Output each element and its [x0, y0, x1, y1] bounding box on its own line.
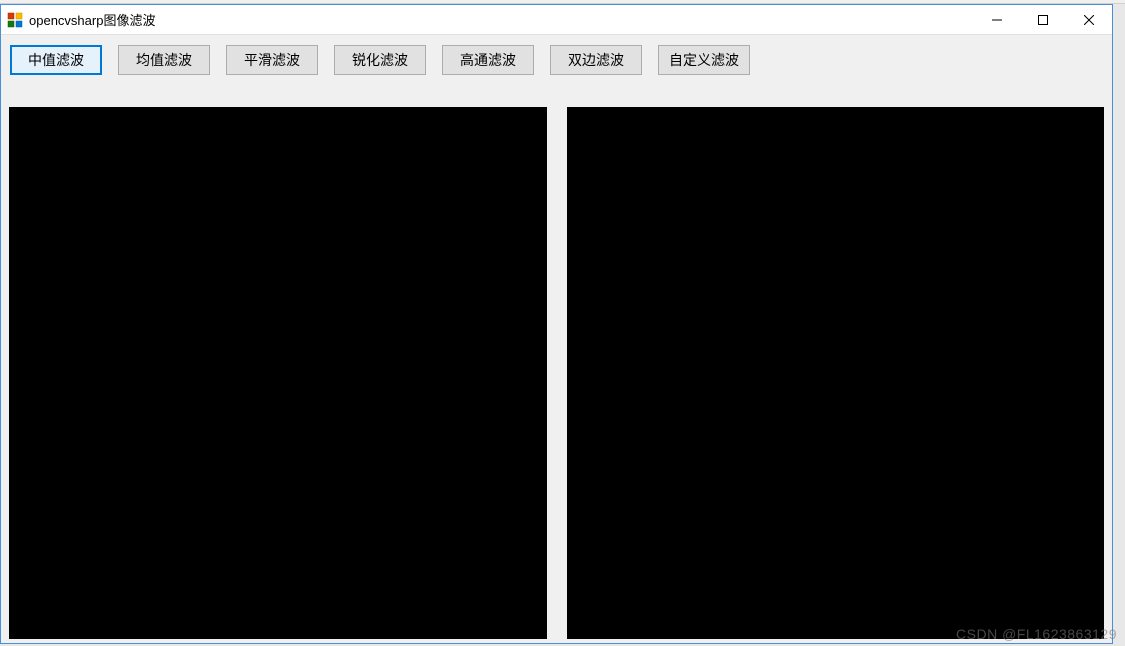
- image-area: [1, 83, 1112, 643]
- close-button[interactable]: [1066, 5, 1112, 35]
- app-window: opencvsharp图像滤波 中值滤波 均值滤波 平滑滤波 锐化滤波 高通滤波…: [0, 4, 1113, 644]
- filter-toolbar: 中值滤波 均值滤波 平滑滤波 锐化滤波 高通滤波 双边滤波 自定义滤波: [1, 35, 1112, 83]
- window-title: opencvsharp图像滤波: [29, 10, 155, 29]
- titlebar[interactable]: opencvsharp图像滤波: [1, 5, 1112, 35]
- close-icon: [1084, 15, 1094, 25]
- mean-filter-button[interactable]: 均值滤波: [118, 45, 210, 75]
- window-controls: [974, 5, 1112, 34]
- smooth-filter-button[interactable]: 平滑滤波: [226, 45, 318, 75]
- sharpen-filter-button[interactable]: 锐化滤波: [334, 45, 426, 75]
- maximize-button[interactable]: [1020, 5, 1066, 35]
- minimize-button[interactable]: [974, 5, 1020, 35]
- median-filter-button[interactable]: 中值滤波: [10, 45, 102, 75]
- custom-filter-button[interactable]: 自定义滤波: [658, 45, 750, 75]
- minimize-icon: [992, 15, 1002, 25]
- result-image-panel: [567, 107, 1105, 639]
- maximize-icon: [1038, 15, 1048, 25]
- bilateral-filter-button[interactable]: 双边滤波: [550, 45, 642, 75]
- source-image-panel: [9, 107, 547, 639]
- app-icon: [7, 12, 23, 28]
- highpass-filter-button[interactable]: 高通滤波: [442, 45, 534, 75]
- watermark: CSDN @FL1623863129: [956, 626, 1117, 642]
